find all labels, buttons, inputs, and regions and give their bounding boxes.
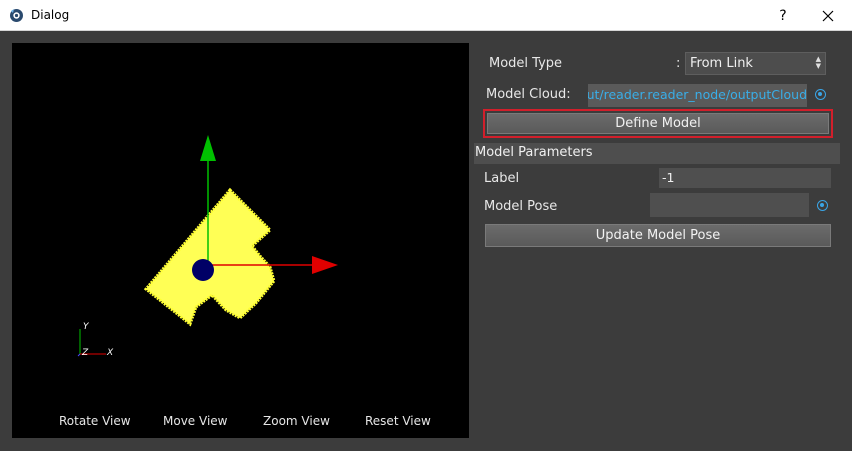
label-input[interactable]: -1 (659, 168, 831, 188)
y-axis-arrow (200, 135, 216, 161)
zoom-view-button[interactable]: Zoom View (263, 414, 330, 428)
model-parameters-header: Model Parameters (474, 143, 840, 164)
model-type-dropdown[interactable]: From Link ▲ ▼ (685, 52, 826, 75)
title-bar: Dialog ? (0, 0, 852, 31)
axis-label-x: X (106, 348, 114, 358)
model-type-separator: : (676, 56, 681, 71)
axis-label-z: Z (81, 348, 89, 358)
model-cloud-link-field[interactable]: Out/reader.reader_node/outputCloud (588, 84, 807, 107)
3d-scene: Y Z X (77, 135, 338, 358)
model-pose-field[interactable] (650, 193, 809, 217)
dialog-content: Y Z X Rotate View Move View Zoom View Re… (0, 31, 852, 451)
model-parameters-title: Model Parameters (475, 145, 593, 160)
app-logo-icon (10, 9, 23, 22)
update-model-pose-button[interactable]: Update Model Pose (485, 224, 831, 247)
model-point-cloud (143, 187, 276, 327)
close-button[interactable] (812, 0, 844, 31)
model-cloud-link-icon[interactable] (815, 89, 826, 100)
label-label: Label (484, 171, 520, 186)
help-button[interactable]: ? (770, 0, 796, 31)
model-type-label: Model Type (489, 56, 563, 71)
origin-sphere (192, 259, 214, 281)
model-pose-link-icon[interactable] (817, 200, 828, 211)
define-model-highlight: Define Model (483, 109, 833, 138)
rotate-view-button[interactable]: Rotate View (59, 414, 131, 428)
axis-orientation-indicator: Y Z X (77, 322, 114, 358)
reset-view-button[interactable]: Reset View (365, 414, 431, 428)
define-model-button[interactable]: Define Model (487, 113, 829, 134)
window-title: Dialog (31, 8, 70, 22)
move-view-button[interactable]: Move View (163, 414, 227, 428)
model-pose-label: Model Pose (484, 199, 558, 214)
model-type-value: From Link (690, 56, 753, 71)
chevron-updown-icon: ▲ ▼ (815, 55, 821, 70)
axis-label-y: Y (83, 322, 90, 332)
model-cloud-link-value: Out/reader.reader_node/outputCloud (588, 87, 807, 102)
model-cloud-label: Model Cloud: (486, 87, 571, 102)
close-icon (822, 10, 834, 21)
3d-viewport[interactable]: Y Z X Rotate View Move View Zoom View Re… (12, 43, 469, 438)
x-axis-arrow (312, 256, 338, 274)
